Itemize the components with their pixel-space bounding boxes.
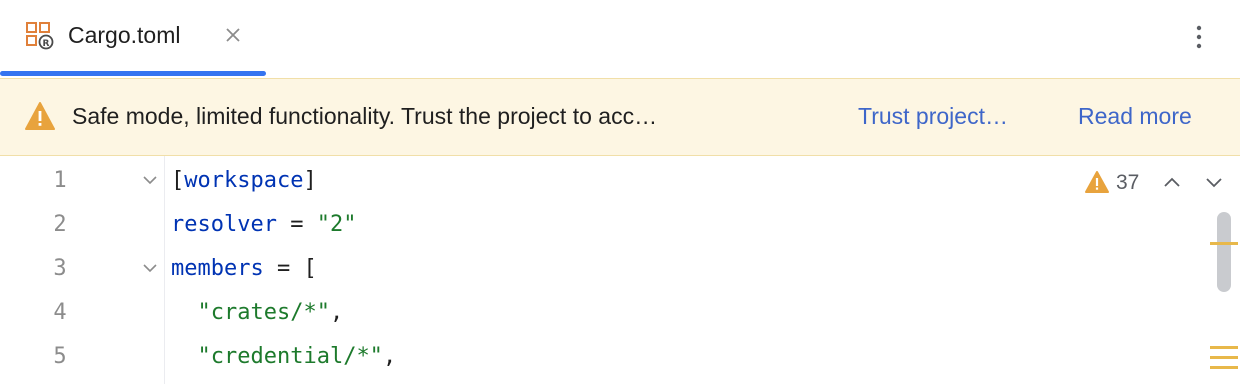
tab-label: Cargo.toml [68,22,181,48]
code-text: "credential/*", [197,344,397,369]
warning-stripe-marker[interactable] [1210,366,1238,369]
line-number: 3 [53,256,67,281]
code-text: members = [ [171,256,317,281]
more-vertical-icon[interactable] [1184,20,1214,54]
fold-chevron-icon[interactable] [140,170,160,190]
code-line: 2 resolver = "2" [0,202,1200,246]
chevron-down-icon[interactable] [1202,172,1226,192]
code-text: "crates/*", [197,300,344,325]
warning-stripe-marker[interactable] [1210,346,1238,349]
code-line: 4 "crates/*", [0,290,1200,334]
banner-message: Safe mode, limited functionality. Trust … [72,103,658,129]
trust-project-link[interactable]: Trust project… [858,103,1008,130]
line-number: 1 [53,168,67,193]
warning-icon [1085,171,1109,193]
warning-icon [25,102,55,130]
warning-stripe-marker[interactable] [1210,356,1238,359]
read-more-link[interactable]: Read more [1078,103,1192,130]
warning-stripe-marker[interactable] [1210,242,1238,245]
vertical-scrollbar-thumb[interactable] [1217,212,1231,292]
warning-count: 37 [1116,171,1140,194]
line-number: 4 [53,300,67,325]
line-number: 2 [53,212,67,237]
cargo-file-icon: R [26,22,54,50]
code-text: [workspace] [171,168,317,193]
chevron-up-icon[interactable] [1160,172,1184,192]
tab-cargo-toml[interactable]: R Cargo.toml [0,0,266,78]
code-line: 1 [workspace] [0,158,1200,202]
svg-text:R: R [43,39,50,49]
code-text: resolver = "2" [171,212,357,237]
editor-tab-bar: R Cargo.toml [0,0,1240,78]
code-editor[interactable]: 1 [workspace] 2 resolver = "2" 3 members… [0,156,1240,384]
close-icon[interactable] [222,24,244,46]
line-number: 5 [53,344,67,369]
active-tab-indicator [0,71,266,76]
code-line: 3 members = [ [0,246,1200,290]
fold-chevron-icon[interactable] [140,258,160,278]
safe-mode-banner: Safe mode, limited functionality. Trust … [0,78,1240,156]
code-line: 5 "credential/*", [0,334,1200,378]
